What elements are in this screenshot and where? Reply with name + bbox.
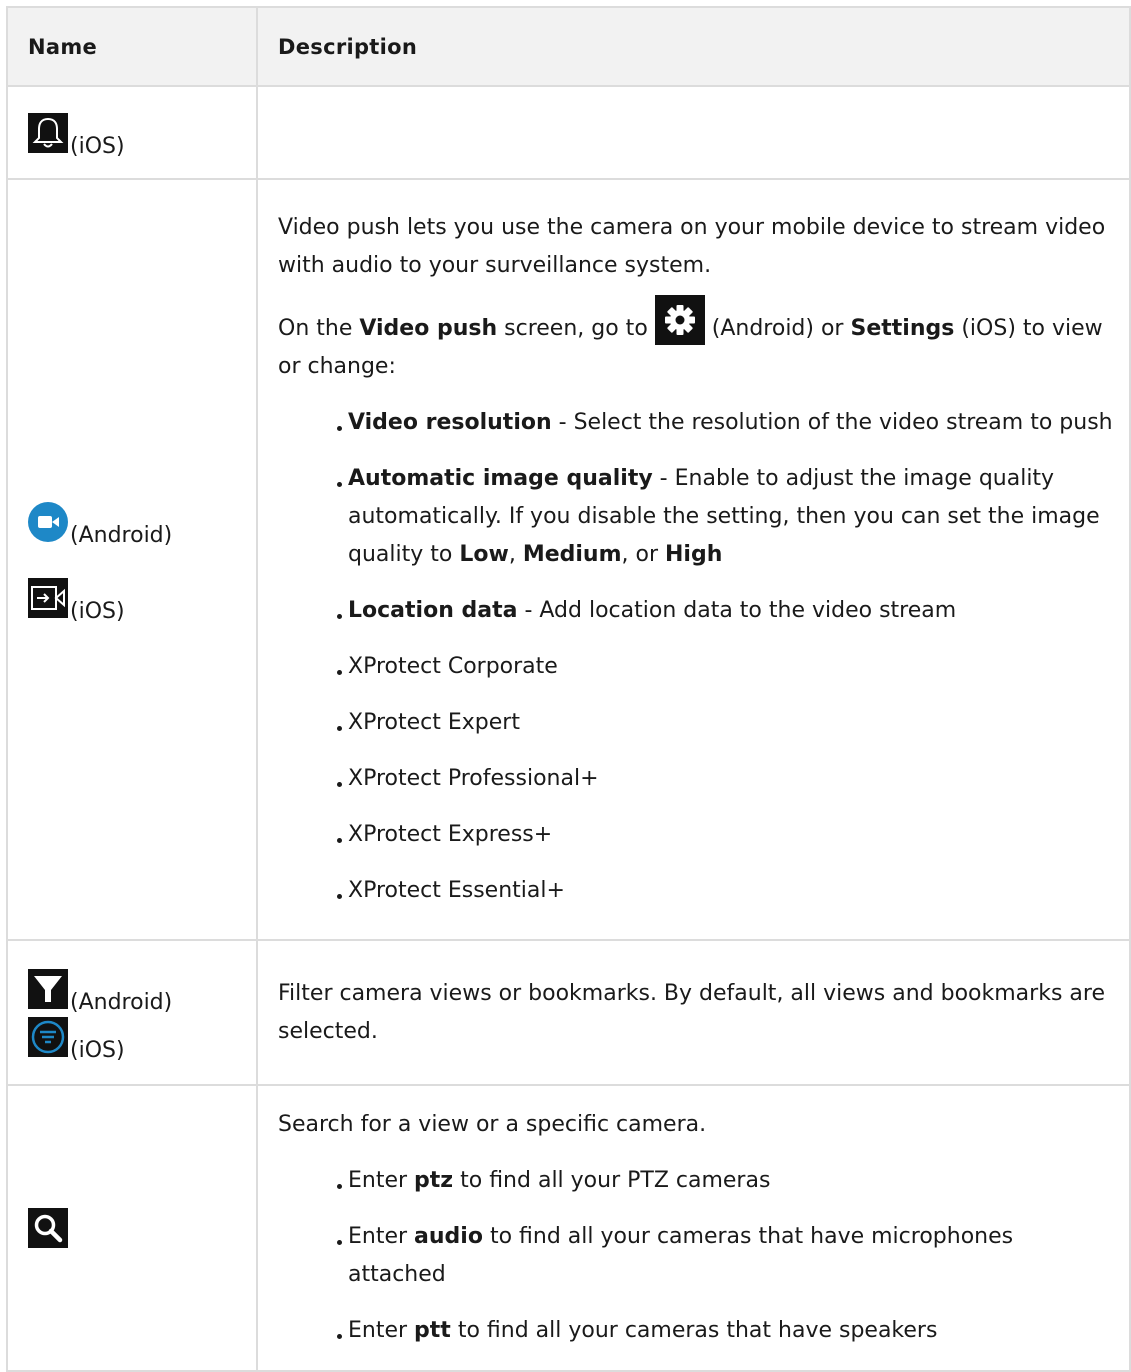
list-item: Location data - Add location data to the… (337, 592, 1115, 630)
description-cell (256, 85, 1131, 180)
description-cell: Video push lets you use the camera on yo… (256, 178, 1131, 941)
platform-label: (iOS) (70, 133, 125, 159)
video-push-options-list: Video resolution - Select the resolution… (278, 404, 1115, 910)
list-item: XProtect Expert (337, 704, 1115, 742)
name-cell: (Android) (iOS) (6, 939, 258, 1086)
table-row-notifications: (iOS) (6, 85, 1131, 180)
video-push-intro: Video push lets you use the camera on yo… (278, 215, 1106, 278)
list-item: Video resolution - Select the resolution… (337, 404, 1115, 442)
filter-icon (28, 968, 68, 1009)
description-cell: Search for a view or a specific camera. … (256, 1084, 1131, 1372)
name-cell: (iOS) (6, 85, 258, 180)
features-table: Name Description (iOS) (Android) (iOS) V… (6, 6, 1131, 1372)
bell-icon (28, 112, 68, 153)
column-header-name: Name (6, 6, 258, 87)
filter-circle-icon (28, 1016, 68, 1057)
gear-icon (654, 295, 705, 345)
table-row-video-push: (Android) (iOS) Video push lets you use … (6, 178, 1131, 941)
list-item: Enter ptz to find all your PTZ cameras (337, 1162, 1115, 1200)
platform-label: (Android) (70, 989, 173, 1015)
search-intro: Search for a view or a specific camera. (278, 1112, 707, 1137)
list-item: XProtect Professional+ (337, 760, 1115, 798)
name-cell: (Android) (iOS) (6, 178, 258, 941)
search-icon (28, 1208, 68, 1248)
platform-label: (Android) (70, 522, 173, 548)
column-header-description: Description (256, 6, 1131, 87)
list-item: XProtect Express+ (337, 816, 1115, 854)
list-item: Enter audio to find all your cameras tha… (337, 1218, 1115, 1294)
filter-description: Filter camera views or bookmarks. By def… (278, 980, 1105, 1044)
video-camera-icon (28, 501, 68, 542)
table-header-row: Name Description (6, 6, 1131, 87)
list-item: Enter ptt to find all your cameras that … (337, 1312, 1115, 1350)
platform-label: (iOS) (70, 1037, 125, 1063)
table-row-search: Search for a view or a specific camera. … (6, 1084, 1131, 1372)
list-item: XProtect Essential+ (337, 872, 1115, 910)
platform-label: (iOS) (70, 598, 125, 624)
video-push-icon (28, 577, 68, 618)
list-item: Automatic image quality - Enable to adju… (337, 460, 1115, 574)
search-tips-list: Enter ptz to find all your PTZ cameras E… (278, 1162, 1115, 1350)
name-cell (6, 1084, 258, 1372)
list-item: XProtect Corporate (337, 648, 1115, 686)
description-cell: Filter camera views or bookmarks. By def… (256, 939, 1131, 1086)
video-push-settings-line: On the Video push screen, go to (Android… (278, 295, 1115, 386)
table-row-filter: (Android) (iOS) Filter camera views or b… (6, 939, 1131, 1086)
